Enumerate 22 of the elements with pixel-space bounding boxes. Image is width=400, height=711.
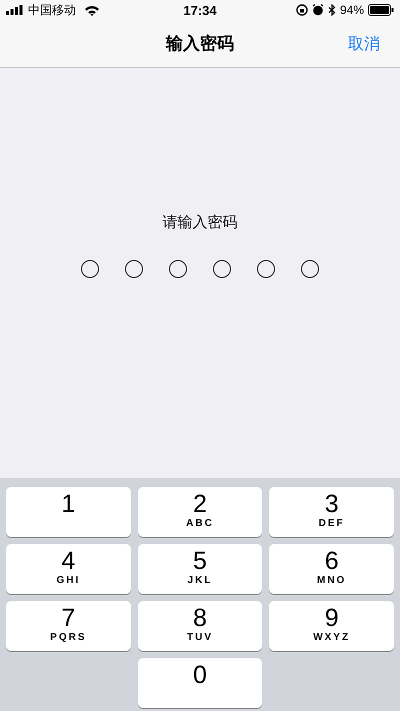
keypad-key[interactable]: 7 PQRS [6,601,131,651]
bluetooth-icon [328,4,336,16]
keypad-key[interactable]: 4 GHI [6,544,131,594]
keypad-key[interactable]: 2 ABC [138,487,262,537]
clock-time: 17:34 [183,2,217,18]
keypad-key[interactable]: 0 [138,658,262,708]
passcode-prompt: 请输入密码 [162,213,238,232]
keypad-key[interactable]: 5 JKL [138,544,262,594]
battery-icon [368,4,394,16]
battery-percent: 94% [340,3,364,17]
keypad-key[interactable]: 3 DEF [269,487,394,537]
signal-icon [6,5,24,15]
keypad-key[interactable]: 1 [6,487,131,537]
cancel-button[interactable]: 取消 [346,32,382,57]
keypad-key[interactable]: 9 WXYZ [269,601,394,651]
wifi-icon [84,4,100,16]
keypad-key[interactable]: 8 TUV [138,601,262,651]
nav-title: 输入密码 [166,33,234,55]
keypad-key[interactable]: 6 MNO [269,544,394,594]
carrier-name: 中国移动 [28,2,76,18]
rotation-lock-icon [296,4,308,16]
alarm-icon [312,4,324,16]
